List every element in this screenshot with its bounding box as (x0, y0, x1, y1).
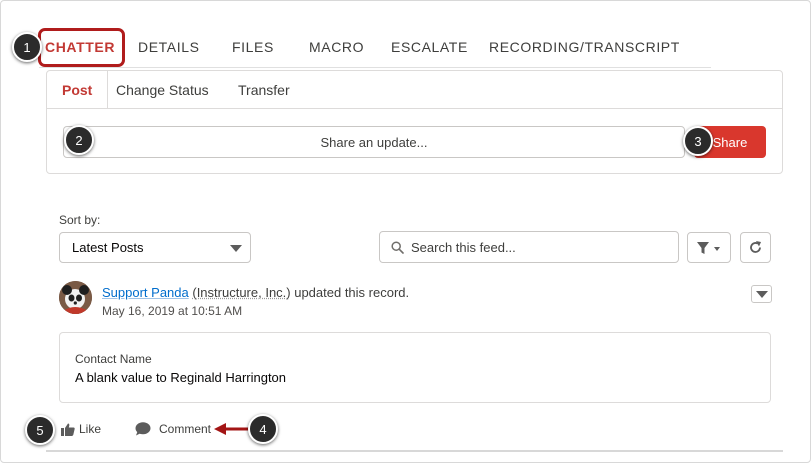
like-label: Like (79, 422, 102, 436)
comment-bubble-icon (135, 422, 151, 436)
callout-number: 2 (75, 132, 83, 148)
share-update-placeholder: Share an update... (320, 134, 428, 150)
sort-select[interactable]: Latest Posts (59, 232, 251, 263)
author-avatar[interactable] (59, 281, 92, 314)
callout-badge-5: 5 (25, 415, 55, 445)
refresh-button[interactable] (740, 232, 771, 263)
tab-recording-transcript[interactable]: RECORDING/TRANSCRIPT (489, 39, 680, 55)
comment-label: Comment (159, 422, 212, 436)
feed-item-timestamp[interactable]: May 16, 2019 at 10:51 AM (102, 304, 242, 318)
chevron-down-icon (230, 245, 242, 252)
filter-icon (697, 242, 720, 254)
subtab-post[interactable]: Post (62, 82, 92, 98)
callout-number: 5 (36, 422, 44, 438)
callout-number: 1 (23, 39, 31, 55)
callout-number: 3 (694, 133, 702, 149)
subtab-transfer[interactable]: Transfer (238, 82, 290, 98)
tab-chatter-highlight (38, 28, 125, 67)
search-icon (391, 241, 404, 254)
subtab-change-status[interactable]: Change Status (116, 82, 209, 98)
thumbs-up-icon (61, 423, 75, 436)
changed-field-value: A blank value to Reginald Harrington (75, 370, 287, 385)
sort-select-value: Latest Posts (72, 240, 144, 255)
tab-files[interactable]: FILES (232, 39, 274, 55)
callout-number: 4 (259, 421, 267, 437)
author-link[interactable]: Support Panda (102, 285, 189, 300)
author-company[interactable]: (Instructure, Inc.) (192, 285, 290, 300)
tab-escalate[interactable]: ESCALATE (391, 39, 468, 55)
search-feed-input[interactable]: Search this feed... (379, 231, 679, 263)
feed-item-menu-button[interactable] (751, 285, 772, 303)
subtab-divider (107, 71, 108, 109)
chatter-panel: CHATTER DETAILS FILES MACRO ESCALATE REC… (0, 0, 811, 463)
panda-avatar-icon (59, 281, 92, 314)
publisher-card: Post Change Status Transfer Share an upd… (46, 70, 783, 174)
publisher-subtabs: Post Change Status Transfer (47, 71, 782, 109)
refresh-icon (750, 241, 761, 253)
callout-badge-3: 3 (683, 126, 713, 156)
changed-field-label: Contact Name (75, 352, 152, 366)
tab-macro[interactable]: MACRO (309, 39, 364, 55)
search-feed-placeholder: Search this feed... (411, 240, 516, 255)
tab-details[interactable]: DETAILS (138, 39, 200, 55)
callout-badge-4: 4 (248, 414, 278, 444)
callout-badge-1: 1 (12, 32, 42, 62)
feed-item-action-text: updated this record. (290, 285, 410, 300)
like-button[interactable]: Like (61, 422, 101, 436)
callout-badge-2: 2 (64, 125, 94, 155)
chevron-down-icon (756, 291, 768, 298)
feed-item-divider (46, 450, 783, 452)
filter-button[interactable] (687, 232, 731, 263)
comment-button[interactable]: Comment (135, 422, 211, 436)
tabs-divider (39, 67, 711, 68)
sort-by-label: Sort by: (59, 213, 101, 227)
share-update-input[interactable]: Share an update... (63, 126, 685, 158)
feed-item-header: Support Panda (Instructure, Inc.) update… (102, 285, 409, 300)
record-change-box: Contact Name A blank value to Reginald H… (59, 332, 771, 403)
share-button-label: Share (712, 134, 748, 150)
